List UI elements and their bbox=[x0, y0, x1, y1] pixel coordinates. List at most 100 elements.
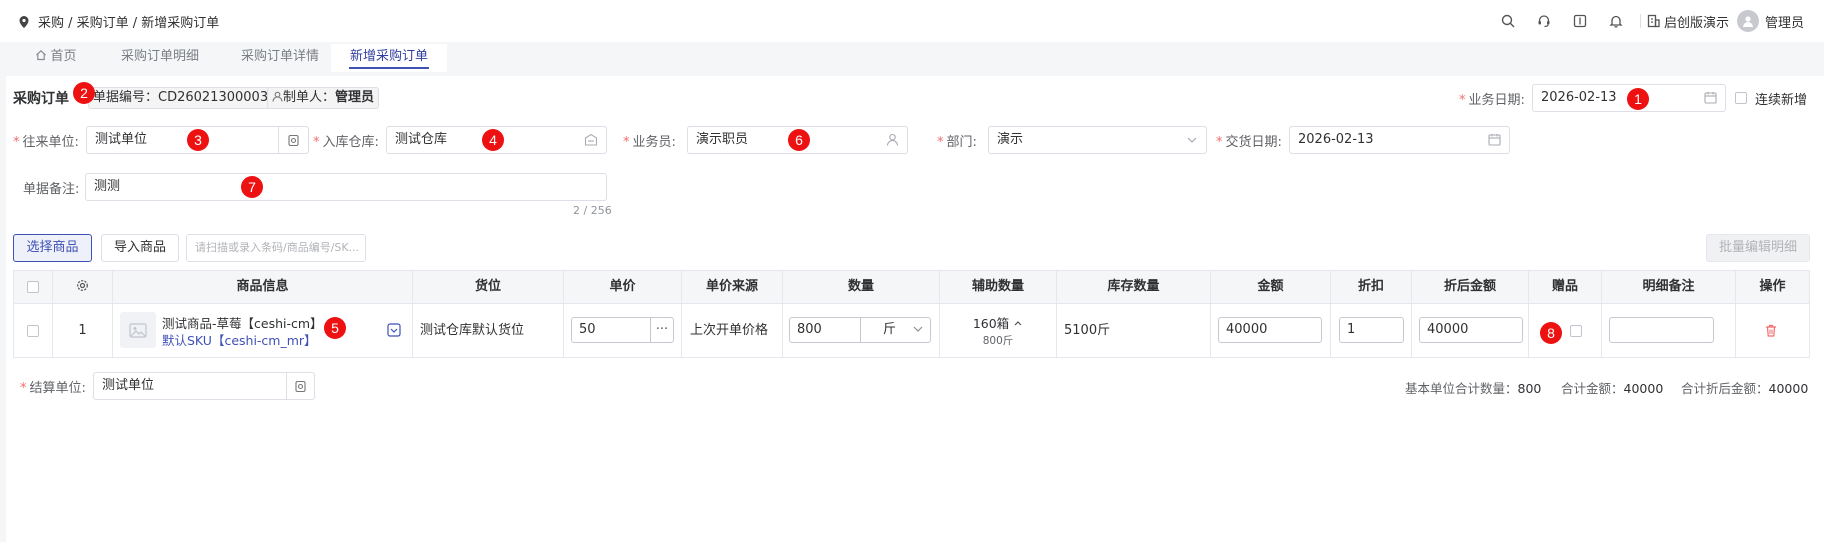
calendar-icon bbox=[1704, 91, 1717, 104]
creator-value: 管理员 bbox=[335, 90, 375, 105]
delete-icon[interactable] bbox=[1765, 324, 1777, 337]
price-source-cell: 上次开单价格 bbox=[682, 304, 783, 357]
tab-new-purchase-order[interactable]: 新增采购订单 bbox=[331, 44, 447, 72]
tab-label: 新增采购订单 bbox=[349, 49, 428, 64]
amount-input[interactable]: 40000 bbox=[1218, 317, 1322, 343]
picker-icon bbox=[288, 134, 299, 146]
user-name[interactable]: 管理员 bbox=[1765, 12, 1804, 31]
qty-cell: 800 斤 bbox=[783, 304, 940, 357]
dept-value: 演示 bbox=[997, 132, 1024, 147]
select-all-cell bbox=[14, 271, 53, 303]
creator-label: 制单人： bbox=[283, 90, 336, 105]
col-stock: 库存数量 bbox=[1057, 271, 1211, 303]
doc-number-label: 单据编号： bbox=[93, 90, 159, 105]
aux-qty-cell: 160箱 800斤 bbox=[940, 304, 1057, 357]
divider bbox=[1639, 14, 1641, 28]
dept-select[interactable]: 演示 bbox=[988, 126, 1207, 154]
remark-input[interactable]: 测测 bbox=[85, 173, 607, 201]
stock-cell: 5100斤 bbox=[1057, 304, 1211, 357]
price-input[interactable]: 50 bbox=[571, 317, 651, 343]
batch-edit-button[interactable]: 批量编辑明细 bbox=[1706, 234, 1810, 262]
biz-date-value: 2026-02-13 bbox=[1541, 90, 1617, 105]
remark-count: 2 / 256 bbox=[573, 204, 612, 217]
company-name[interactable]: 启创版演示 bbox=[1664, 12, 1729, 31]
select-goods-button[interactable]: 选择商品 bbox=[13, 234, 92, 262]
line-remark-cell bbox=[1602, 304, 1736, 357]
continuous-add-checkbox[interactable] bbox=[1735, 92, 1747, 104]
search-icon[interactable] bbox=[1490, 10, 1526, 32]
select-all-checkbox[interactable] bbox=[27, 281, 39, 293]
doc-number-value: CD26021300003 bbox=[158, 90, 269, 105]
discount-input[interactable]: 1 bbox=[1339, 317, 1404, 343]
summary-net-total: 合计折后金额：40000 bbox=[1681, 381, 1809, 396]
tab-home[interactable]: 首页 bbox=[14, 44, 98, 72]
annotation-marker-6: 6 bbox=[788, 129, 810, 151]
annotation-marker-7: 7 bbox=[241, 176, 263, 198]
annotation-marker-1: 1 bbox=[1627, 88, 1649, 110]
net-amount-input[interactable]: 40000 bbox=[1419, 317, 1523, 343]
col-amount: 金额 bbox=[1211, 271, 1331, 303]
scan-input[interactable]: 请扫描或录入条码/商品编号/SK... bbox=[186, 234, 366, 262]
creator-tag: 制单人：管理员 bbox=[267, 87, 380, 109]
row-index: 1 bbox=[53, 304, 113, 357]
import-goods-button[interactable]: 导入商品 bbox=[101, 234, 179, 262]
avatar[interactable] bbox=[1736, 10, 1759, 32]
expand-product-icon[interactable] bbox=[387, 323, 401, 337]
breadcrumb-text: 采购 / 采购订单 / 新增采购订单 bbox=[38, 16, 220, 31]
delivery-date-label: * 交货日期: bbox=[1216, 135, 1282, 150]
chevron-down-icon bbox=[1186, 135, 1198, 145]
aux-qty-value: 160箱 bbox=[972, 316, 1010, 331]
product-image-placeholder[interactable] bbox=[120, 312, 156, 348]
annotation-marker-3: 3 bbox=[187, 129, 209, 151]
top-bar: 采购 / 采购订单 / 新增采购订单 启创版演示 管理员 bbox=[0, 0, 1824, 42]
product-sku[interactable]: 默认SKU【ceshi-cm_mr】 bbox=[162, 330, 317, 349]
settlement-value: 测试单位 bbox=[102, 378, 155, 393]
row-checkbox[interactable] bbox=[27, 325, 39, 337]
gear-icon[interactable] bbox=[76, 279, 89, 292]
active-tab-indicator bbox=[349, 67, 429, 69]
location-cell[interactable]: 测试仓库默认货位 bbox=[413, 304, 564, 357]
warehouse-icon bbox=[584, 133, 598, 146]
gift-checkbox[interactable] bbox=[1570, 325, 1582, 337]
chevron-up-icon[interactable] bbox=[1013, 319, 1023, 327]
summary-base-qty: 基本单位合计数量：800 bbox=[1405, 381, 1542, 396]
annotation-marker-5: 5 bbox=[324, 317, 346, 339]
partner-value: 测试单位 bbox=[95, 132, 148, 147]
unit-select[interactable]: 斤 bbox=[860, 317, 931, 343]
delivery-date-value: 2026-02-13 bbox=[1298, 132, 1374, 147]
partner-picker-button[interactable] bbox=[278, 126, 308, 154]
annotation-marker-2: 2 bbox=[73, 82, 95, 104]
person-icon bbox=[886, 133, 899, 146]
biz-date-label: * 业务日期: bbox=[1459, 93, 1525, 108]
settlement-input[interactable]: 测试单位 bbox=[93, 372, 315, 400]
picker-icon bbox=[295, 380, 306, 392]
bell-icon[interactable] bbox=[1598, 10, 1634, 32]
salesman-label: * 业务员: bbox=[623, 135, 676, 150]
chevron-down-icon bbox=[912, 324, 924, 334]
delivery-date-input[interactable]: 2026-02-13 bbox=[1289, 126, 1510, 154]
col-qty: 数量 bbox=[783, 271, 940, 303]
price-more-button[interactable]: ··· bbox=[650, 317, 674, 343]
top-actions: 启创版演示 管理员 bbox=[1490, 10, 1804, 32]
discount-cell: 1 bbox=[1331, 304, 1412, 357]
dept-label: * 部门: bbox=[937, 135, 977, 150]
warehouse-value: 测试仓库 bbox=[395, 132, 448, 147]
book-icon[interactable] bbox=[1562, 10, 1598, 32]
image-icon bbox=[129, 322, 147, 338]
col-product-info: 商品信息 bbox=[113, 271, 413, 303]
col-net-amount: 折后金额 bbox=[1412, 271, 1529, 303]
qty-input[interactable]: 800 bbox=[789, 317, 861, 343]
line-remark-input[interactable] bbox=[1609, 317, 1714, 343]
summary-total: 合计金额：40000 bbox=[1561, 381, 1664, 396]
settlement-picker-button[interactable] bbox=[286, 372, 314, 400]
salesman-value: 演示职员 bbox=[696, 132, 749, 147]
location-pin-icon bbox=[18, 15, 30, 29]
tab-purchase-order-detail[interactable]: 采购订单详情 bbox=[220, 44, 340, 72]
col-aux-qty: 辅助数量 bbox=[940, 271, 1057, 303]
aux-qty-sub: 800斤 bbox=[982, 335, 1014, 347]
tab-purchase-order-detail-list[interactable]: 采购订单明细 bbox=[100, 44, 220, 72]
net-amount-cell: 40000 bbox=[1412, 304, 1529, 357]
unit-value: 斤 bbox=[883, 322, 897, 337]
building-icon bbox=[1647, 14, 1660, 28]
support-icon[interactable] bbox=[1526, 10, 1562, 32]
